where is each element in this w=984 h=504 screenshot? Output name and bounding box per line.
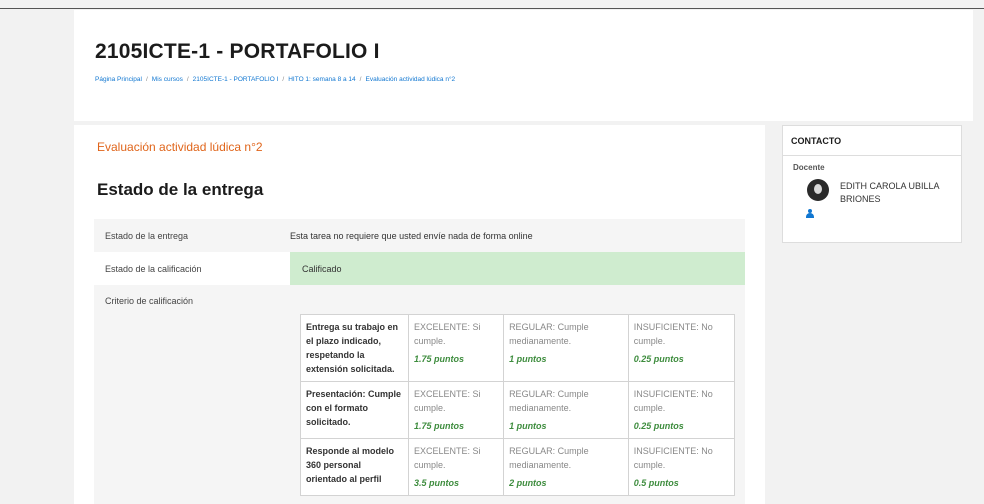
rubric-criterion: Responde al modelo 360 personal orientad… — [300, 438, 409, 496]
status-value: Esta tarea no requiere que usted envíe n… — [290, 231, 533, 241]
level-points: 1 puntos — [509, 354, 547, 364]
rubric-level[interactable]: REGULAR: Cumple medianamente. 2 puntos — [503, 438, 629, 496]
status-value: Calificado — [302, 264, 342, 274]
level-points: 1 puntos — [509, 421, 547, 431]
level-desc: INSUFICIENTE: No cumple. — [633, 446, 713, 470]
top-border — [0, 8, 984, 9]
main-content: Evaluación actividad lúdica n°2 Estado d… — [74, 125, 765, 504]
rubric-level[interactable]: INSUFICIENTE: No cumple. 0.25 puntos — [627, 314, 736, 382]
contact-name-link[interactable]: EDITH CAROLA UBILLA BRIONES — [840, 180, 952, 206]
submission-status-table: Estado de la entrega Esta tarea no requi… — [94, 219, 745, 504]
rubric-level[interactable]: REGULAR: Cumple medianamente. 1 puntos — [503, 381, 629, 439]
rubric-criterion: Entrega su trabajo en el plazo indicado,… — [300, 314, 409, 382]
breadcrumb-activity[interactable]: Evaluación actividad lúdica n°2 — [365, 76, 455, 83]
level-points: 0.5 puntos — [633, 478, 679, 488]
user-icon-body — [806, 213, 814, 218]
contact-block-header: CONTACTO — [783, 126, 961, 156]
level-desc: EXCELENTE: Si cumple. — [414, 446, 481, 470]
rubric-table: Entrega su trabajo en el plazo indicado,… — [300, 314, 736, 496]
status-label: Estado de la calificación — [105, 264, 202, 274]
rubric-level[interactable]: EXCELENTE: Si cumple. 1.75 puntos — [407, 381, 505, 439]
avatar-face — [814, 184, 822, 194]
avatar[interactable] — [807, 179, 829, 201]
level-points: 1.75 puntos — [414, 354, 465, 364]
rubric-level[interactable]: EXCELENTE: Si cumple. 1.75 puntos — [407, 314, 505, 382]
rubric-row: Presentación: Cumple con el formato soli… — [300, 381, 736, 439]
rubric-level[interactable]: INSUFICIENTE: No cumple. 0.5 puntos — [627, 438, 736, 496]
level-desc: EXCELENTE: Si cumple. — [414, 389, 481, 413]
rubric-criterion: Presentación: Cumple con el formato soli… — [300, 381, 409, 439]
status-row-grading: Estado de la calificación Calificado — [94, 252, 745, 285]
graded-highlight — [290, 252, 745, 285]
level-points: 1.75 puntos — [414, 421, 465, 431]
contact-block-title: CONTACTO — [791, 136, 842, 146]
section-title: Estado de la entrega — [97, 180, 264, 199]
rubric-level[interactable]: INSUFICIENTE: No cumple. 0.25 puntos — [627, 381, 736, 439]
level-desc: REGULAR: Cumple medianamente. — [509, 322, 589, 346]
rubric-row: Entrega su trabajo en el plazo indicado,… — [300, 314, 736, 382]
breadcrumb-my-courses[interactable]: Mis cursos — [152, 76, 183, 83]
rubric-row: Responde al modelo 360 personal orientad… — [300, 438, 736, 496]
status-row-criteria: Criterio de calificación Entrega su trab… — [94, 285, 745, 504]
rubric-level[interactable]: EXCELENTE: Si cumple. 3.5 puntos — [407, 438, 505, 496]
page-title: 2105ICTE-1 - PORTAFOLIO I — [95, 40, 380, 63]
breadcrumb-section[interactable]: HITO 1: semana 8 a 14 — [288, 76, 355, 83]
level-points: 0.25 puntos — [633, 354, 684, 364]
level-desc: INSUFICIENTE: No cumple. — [633, 322, 713, 346]
status-label: Estado de la entrega — [105, 231, 189, 241]
activity-title: Evaluación actividad lúdica n°2 — [97, 140, 263, 154]
page-header: 2105ICTE-1 - PORTAFOLIO I Página Princip… — [74, 10, 973, 121]
level-points: 0.25 puntos — [633, 421, 684, 431]
level-desc: EXCELENTE: Si cumple. — [414, 322, 481, 346]
level-points: 2 puntos — [509, 478, 547, 488]
level-points: 3.5 puntos — [414, 478, 460, 488]
rubric-level[interactable]: REGULAR: Cumple medianamente. 1 puntos — [503, 314, 629, 382]
level-desc: REGULAR: Cumple medianamente. — [509, 446, 589, 470]
contact-role: Docente — [793, 163, 825, 172]
breadcrumb-home[interactable]: Página Principal — [95, 76, 142, 83]
user-icon[interactable] — [806, 209, 814, 218]
contact-block: CONTACTO Docente EDITH CAROLA UBILLA BRI… — [782, 125, 962, 243]
status-row-submission: Estado de la entrega Esta tarea no requi… — [94, 219, 745, 252]
breadcrumb: Página Principal / Mis cursos/2105ICTE-1 -… — [95, 76, 456, 83]
level-desc: INSUFICIENTE: No cumple. — [633, 389, 713, 413]
status-label: Criterio de calificación — [105, 296, 194, 306]
level-desc: REGULAR: Cumple medianamente. — [509, 389, 589, 413]
breadcrumb-course[interactable]: 2105ICTE-1 - PORTAFOLIO I — [193, 76, 279, 83]
